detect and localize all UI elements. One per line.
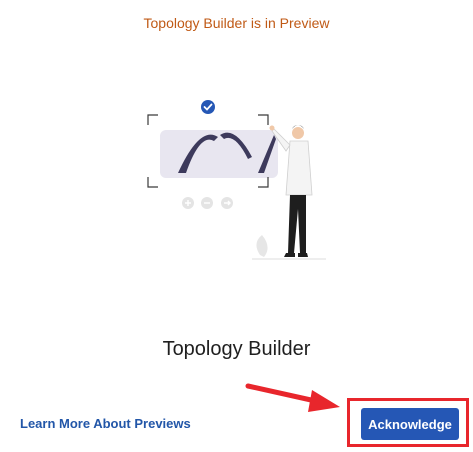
arrow-right-icon xyxy=(221,197,233,209)
preview-notice: Topology Builder is in Preview xyxy=(143,15,330,31)
minus-icon xyxy=(201,197,213,209)
plus-icon xyxy=(182,197,194,209)
dialog-title: Topology Builder xyxy=(162,338,311,360)
learn-more-link[interactable]: Learn More About Previews xyxy=(20,416,191,431)
acknowledge-button[interactable]: Acknowledge xyxy=(361,408,459,440)
topology-illustration xyxy=(147,100,326,260)
annotation-arrow xyxy=(245,383,340,412)
checkmark-icon xyxy=(201,100,215,114)
plant-decoration xyxy=(256,235,268,257)
